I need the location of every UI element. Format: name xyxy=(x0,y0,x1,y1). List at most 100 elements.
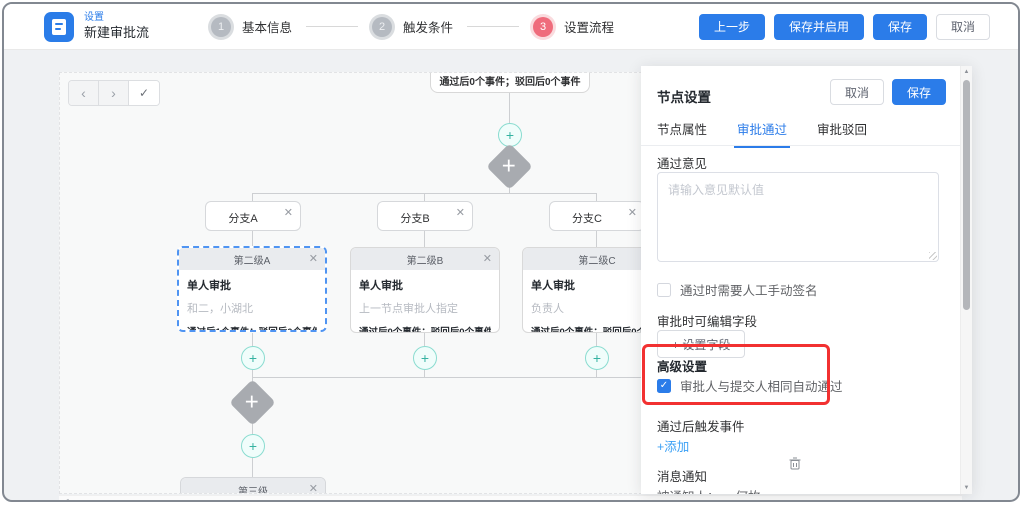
canvas-toolbar: ‹ › ✓ xyxy=(68,80,160,106)
advanced-settings-label: 高级设置 xyxy=(657,356,707,375)
cancel-button[interactable]: 取消 xyxy=(936,14,990,40)
branch-node-b[interactable]: 分支B ✕ xyxy=(377,201,473,231)
close-icon[interactable]: ✕ xyxy=(309,482,318,494)
forward-arrow-icon: › xyxy=(111,85,116,101)
panel-cancel-button[interactable]: 取消 xyxy=(830,79,884,105)
panel-scrollbar[interactable]: ▲ ▼ xyxy=(960,66,972,494)
merge-diamond-node[interactable]: + xyxy=(229,379,276,426)
branch-node-c[interactable]: 分支C ✕ xyxy=(549,201,645,231)
close-icon[interactable]: ✕ xyxy=(284,206,293,219)
connector-line xyxy=(424,193,425,201)
branch-node-a[interactable]: 分支A ✕ xyxy=(205,201,301,231)
step-2-label: 触发条件 xyxy=(403,17,453,36)
notified-person-row: 被通知人： 何枚 xyxy=(657,486,761,494)
close-icon[interactable]: ✕ xyxy=(309,252,318,265)
connector-line xyxy=(424,370,425,377)
close-icon[interactable]: ✕ xyxy=(628,206,637,219)
branch-label: 分支A xyxy=(206,210,280,226)
step-1-label: 基本信息 xyxy=(242,17,292,36)
node-title: 第三级 xyxy=(238,483,268,495)
auto-pass-label: 审批人与提交人相同自动通过 xyxy=(680,376,843,395)
plus-icon: + xyxy=(421,351,429,365)
connector-line xyxy=(424,231,425,247)
opinion-textarea[interactable] xyxy=(657,172,939,262)
step-3-label: 设置流程 xyxy=(564,17,614,36)
stepper: 1 基本信息 2 触发条件 3 设置流程 xyxy=(211,17,614,37)
step-3-circle: 3 xyxy=(533,17,553,37)
plus-icon: + xyxy=(249,439,257,453)
add-node-button[interactable]: + xyxy=(413,346,437,370)
header-actions: 上一步 保存并启用 保存 取消 xyxy=(699,14,990,40)
connector-line xyxy=(252,193,253,201)
start-node[interactable]: 通过后0个事件；驳回后0个事件 xyxy=(430,72,590,93)
save-button[interactable]: 保存 xyxy=(873,14,927,40)
trash-icon[interactable] xyxy=(789,457,801,470)
save-and-enable-button[interactable]: 保存并启用 xyxy=(774,14,864,40)
scroll-left-icon[interactable]: ◄ xyxy=(63,498,70,502)
app-logo-icon xyxy=(44,12,74,42)
node-events: 通过后1个事件；驳回后0个事件 xyxy=(187,324,317,332)
canvas-horizontal-scrollbar[interactable]: ◄ xyxy=(59,495,962,502)
add-node-button[interactable]: + xyxy=(585,346,609,370)
plus-icon: + xyxy=(506,128,514,142)
checkbox-checked-icon[interactable]: ✓ xyxy=(657,379,671,393)
close-icon[interactable]: ✕ xyxy=(483,252,492,265)
scroll-up-icon[interactable]: ▲ xyxy=(961,69,972,75)
approval-node-level2-a[interactable]: 第二级A ✕ 单人审批 和二，小湖北 通过后1个事件；驳回后0个事件 xyxy=(177,246,327,332)
resize-handle-icon[interactable] xyxy=(929,252,937,260)
message-notice-label: 消息通知 xyxy=(657,466,707,485)
node-body: 单人审批 上一节点审批人指定 通过后0个事件；驳回后0个事件 xyxy=(351,270,499,333)
panel-save-button[interactable]: 保存 xyxy=(892,79,946,105)
app-window: 设置 新建审批流 1 基本信息 2 触发条件 3 设置流程 上一步 保存并启用 … xyxy=(2,2,1020,502)
auto-pass-checkbox-row[interactable]: ✓ 审批人与提交人相同自动通过 xyxy=(657,376,843,395)
node-body: 单人审批 和二，小湖北 通过后1个事件；驳回后0个事件 xyxy=(179,270,325,332)
redo-button[interactable]: › xyxy=(99,81,129,105)
node-title: 第二级C xyxy=(578,252,615,267)
scroll-down-icon[interactable]: ▼ xyxy=(961,485,972,491)
approval-node-level3[interactable]: 第三级 ✕ xyxy=(180,477,326,494)
panel-title: 节点设置 xyxy=(657,86,711,106)
check-icon: ✓ xyxy=(660,381,668,391)
node-settings-panel: 节点设置 取消 保存 节点属性 审批通过 审批驳回 通过意见 通过时需要人工手动… xyxy=(641,66,972,494)
set-fields-button[interactable]: + 设置字段 xyxy=(657,330,745,358)
approval-node-level2-b[interactable]: 第二级B ✕ 单人审批 上一节点审批人指定 通过后0个事件；驳回后0个事件 xyxy=(350,247,500,333)
condition-diamond-node[interactable]: + xyxy=(486,143,533,190)
close-icon[interactable]: ✕ xyxy=(456,206,465,219)
approver: 和二，小湖北 xyxy=(187,300,317,316)
step-setup-flow[interactable]: 3 设置流程 xyxy=(533,17,614,37)
check-icon: ✓ xyxy=(139,86,149,100)
add-node-button[interactable]: + xyxy=(241,346,265,370)
connector-line xyxy=(252,370,253,377)
tab-node-properties[interactable]: 节点属性 xyxy=(657,119,707,148)
back-arrow-icon: ‹ xyxy=(81,85,86,101)
connector-line xyxy=(596,231,597,247)
connector-line xyxy=(596,193,597,201)
step-trigger-condition[interactable]: 2 触发条件 xyxy=(372,17,453,37)
tabs-divider xyxy=(641,145,960,146)
after-pass-events-label: 通过后触发事件 xyxy=(657,416,745,435)
scrollbar-thumb[interactable] xyxy=(963,80,970,310)
add-event-link[interactable]: +添加 xyxy=(657,436,689,455)
checkbox-unchecked-icon[interactable] xyxy=(657,283,671,297)
approve-type: 单人审批 xyxy=(187,277,317,293)
prev-step-button[interactable]: 上一步 xyxy=(699,14,765,40)
tab-approve-reject[interactable]: 审批驳回 xyxy=(817,119,867,148)
manual-sign-checkbox-row[interactable]: 通过时需要人工手动签名 xyxy=(657,280,818,299)
step-1-circle: 1 xyxy=(211,17,231,37)
opinion-label: 通过意见 xyxy=(657,153,707,172)
step-basic-info[interactable]: 1 基本信息 xyxy=(211,17,292,37)
add-node-button[interactable]: + xyxy=(241,434,265,458)
undo-button[interactable]: ‹ xyxy=(69,81,99,105)
connector-line xyxy=(252,377,642,378)
manual-sign-label: 通过时需要人工手动签名 xyxy=(680,280,818,299)
node-title: 第二级B xyxy=(407,252,444,267)
validate-button[interactable]: ✓ xyxy=(129,81,159,105)
step-2-circle: 2 xyxy=(372,17,392,37)
top-header: 设置 新建审批流 1 基本信息 2 触发条件 3 设置流程 上一步 保存并启用 … xyxy=(4,4,1018,50)
tab-approve-pass[interactable]: 审批通过 xyxy=(737,119,787,148)
panel-tabs: 节点属性 审批通过 审批驳回 xyxy=(657,119,867,148)
document-icon xyxy=(52,19,66,35)
step-connector xyxy=(306,26,358,27)
category-label: 设置 xyxy=(84,12,149,25)
add-node-button[interactable]: + xyxy=(498,123,522,147)
